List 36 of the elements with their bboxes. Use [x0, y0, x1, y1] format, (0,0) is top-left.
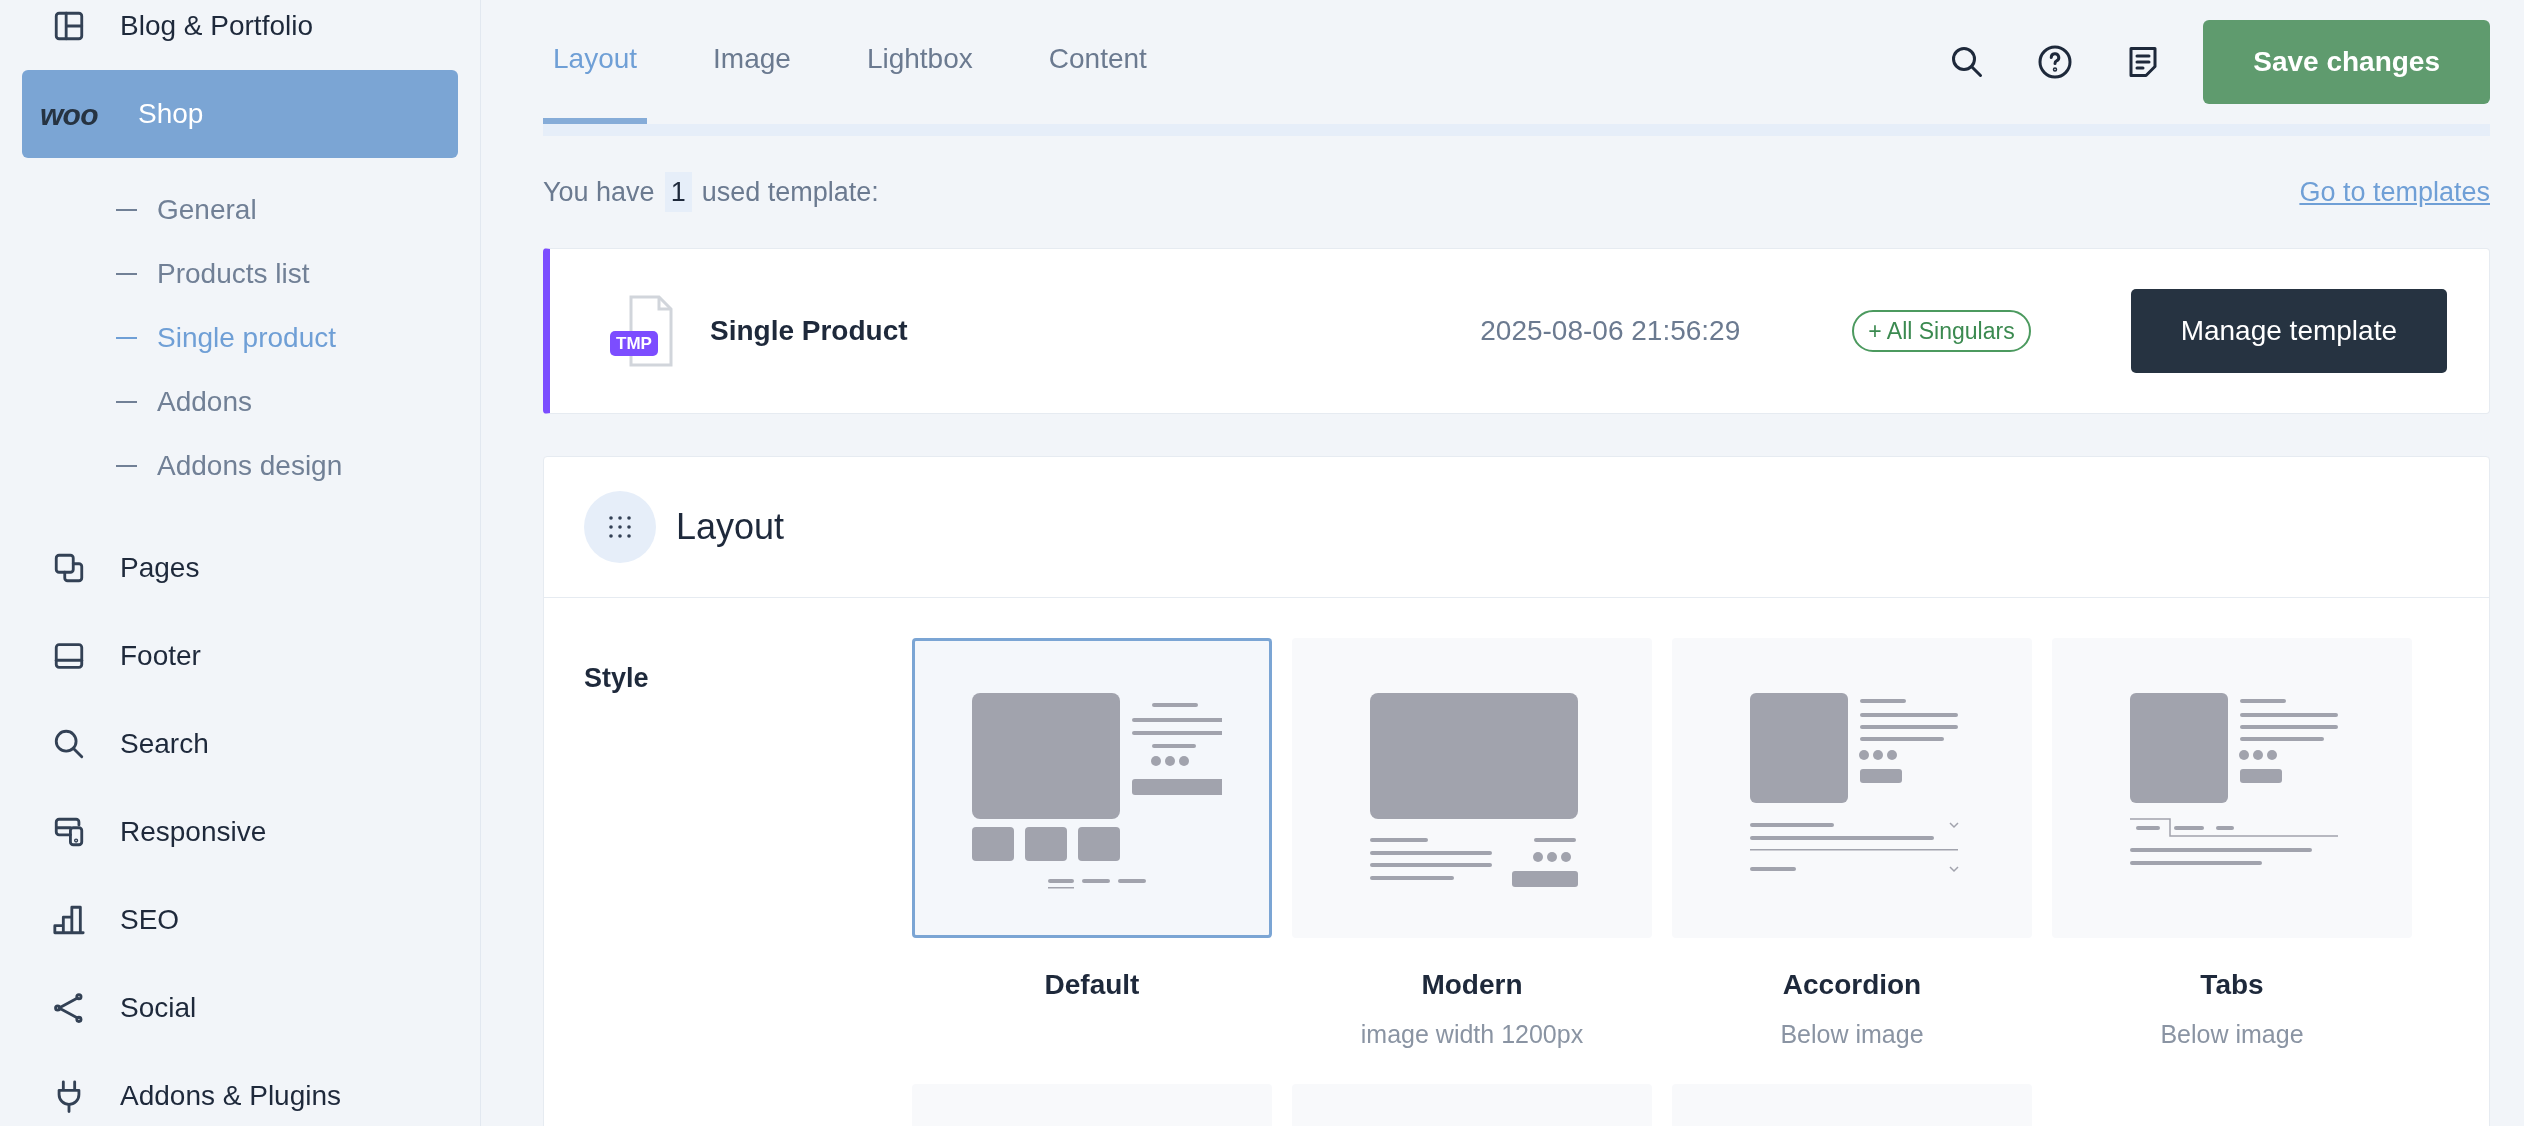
- style-name: Modern: [1421, 968, 1523, 1002]
- template-name: Single Product: [710, 314, 908, 348]
- sidebar-item[interactable]: woo Shop: [22, 70, 458, 158]
- section-title: Layout: [676, 505, 785, 549]
- manage-template-button[interactable]: Manage template: [2130, 289, 2447, 373]
- style-label: Style: [584, 662, 650, 695]
- tab[interactable]: Image: [703, 0, 801, 124]
- tab[interactable]: Content: [1038, 0, 1157, 124]
- sidebar-item[interactable]: Footer: [22, 612, 458, 700]
- sidebar-item[interactable]: Blog & Portfolio: [22, 0, 458, 70]
- style-name: Default: [1044, 968, 1140, 1002]
- save-changes-button[interactable]: Save changes: [2203, 20, 2490, 104]
- template-count: 1: [664, 171, 692, 213]
- tab[interactable]: Lightbox: [856, 0, 983, 124]
- sidebar-item[interactable]: Pages: [22, 524, 458, 612]
- submenu-item[interactable]: Products list: [0, 242, 480, 306]
- used-template-text: used template:: [701, 175, 879, 209]
- submenu-item[interactable]: Single product: [0, 306, 480, 370]
- template-date: 2025-08-06 21:56:29: [1480, 314, 1741, 348]
- woo-logo: woo: [40, 96, 99, 133]
- sidebar-item[interactable]: Social: [22, 964, 458, 1052]
- submenu-item[interactable]: Addons: [0, 370, 480, 434]
- used-template-text: You have: [543, 175, 655, 209]
- style-description: Below image: [2160, 1019, 2304, 1050]
- sidebar-item[interactable]: Search: [22, 700, 458, 788]
- sidebar-item[interactable]: Addons & Plugins: [22, 1052, 458, 1126]
- submenu-item[interactable]: Addons design: [0, 434, 480, 498]
- style-name: Tabs: [2200, 968, 2264, 1002]
- style-name: Accordion: [1782, 968, 1922, 1002]
- sidebar-item[interactable]: Responsive: [22, 788, 458, 876]
- style-description: image width 1200px: [1360, 1019, 1584, 1050]
- go-to-templates-link[interactable]: Go to templates: [2299, 171, 2490, 213]
- style-description: Below image: [1780, 1019, 1924, 1050]
- sidebar-item[interactable]: SEO: [22, 876, 458, 964]
- scope-tag: + All Singulars: [1852, 309, 2031, 353]
- submenu-item[interactable]: General: [0, 178, 480, 242]
